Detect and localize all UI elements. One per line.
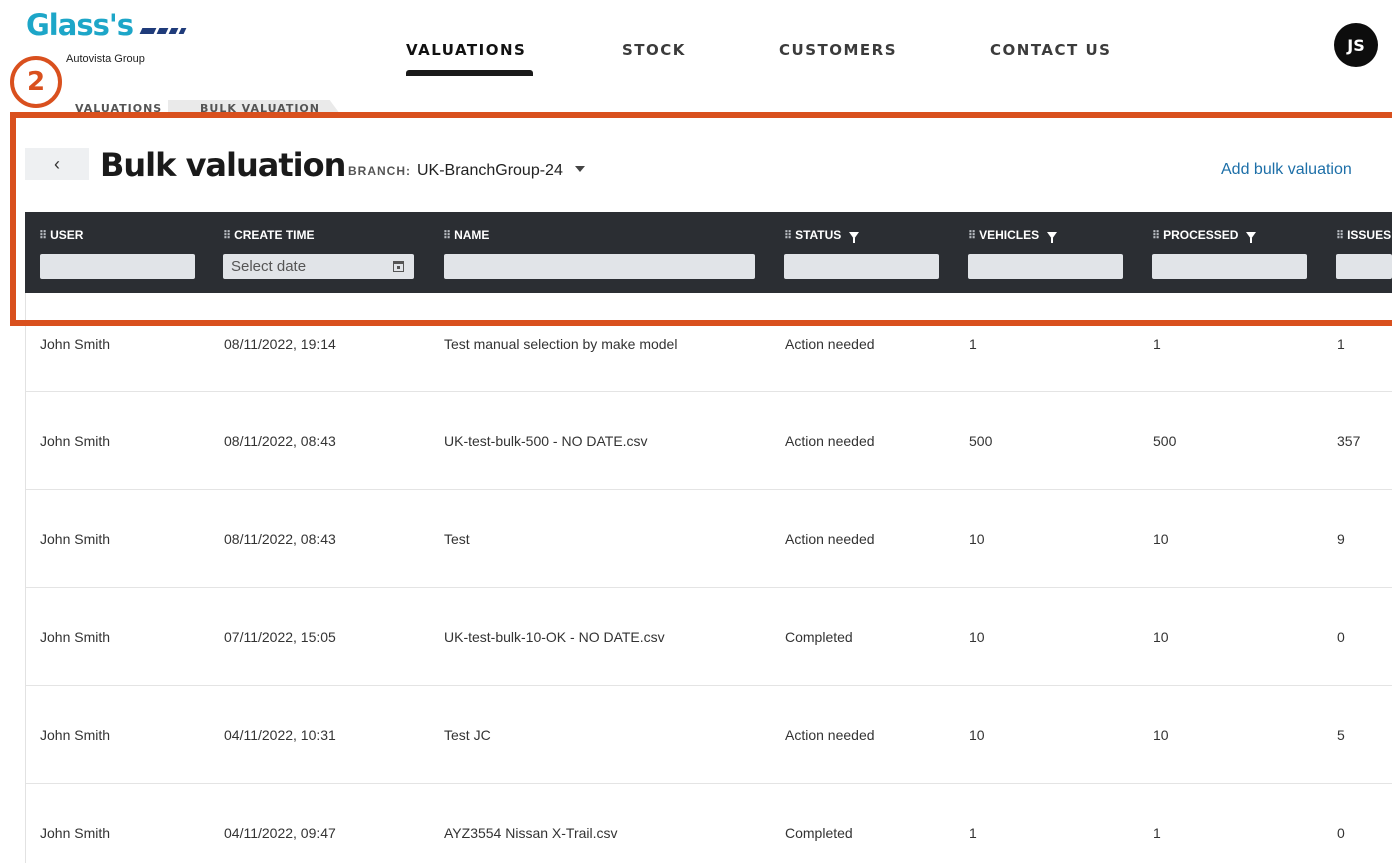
branch-label: BRANCH: — [348, 164, 411, 178]
caret-down-icon — [574, 166, 585, 172]
logo-dots-icon — [139, 28, 187, 34]
cell-status: Action needed — [785, 433, 875, 449]
breadcrumb-item-valuations[interactable]: VALUATIONS — [75, 102, 162, 115]
create-time-filter-input[interactable] — [223, 254, 414, 279]
breadcrumb-item-bulk-valuation: BULK VALUATION — [200, 102, 320, 115]
column-header-create-time[interactable]: ⠿ CREATE TIME — [223, 228, 315, 242]
user-avatar[interactable]: JS — [1334, 23, 1378, 67]
cell-status: Action needed — [785, 336, 875, 352]
user-filter-input[interactable] — [40, 254, 195, 279]
column-header-status[interactable]: ⠿ STATUS — [784, 228, 860, 243]
branch-value: UK-BranchGroup-24 — [417, 162, 563, 179]
name-filter-input[interactable] — [444, 254, 755, 279]
table-row[interactable]: John Smith 07/11/2022, 15:05 UK-test-bul… — [26, 588, 1392, 686]
filter-icon[interactable] — [1246, 231, 1257, 243]
cell-processed: 500 — [1153, 433, 1177, 449]
cell-vehicles: 10 — [969, 531, 985, 547]
nav-item-stock[interactable]: STOCK — [622, 41, 686, 59]
column-header-issues[interactable]: ⠿ ISSUES — [1336, 228, 1392, 242]
glass-logo[interactable]: Glass's Autovista Group — [26, 8, 187, 65]
cell-name: UK-test-bulk-10-OK - NO DATE.csv — [444, 629, 665, 645]
cell-processed: 10 — [1153, 629, 1169, 645]
cell-vehicles: 1 — [969, 336, 977, 352]
issues-filter-input[interactable] — [1336, 254, 1392, 279]
breadcrumb: VALUATIONS BULK VALUATION — [40, 100, 360, 118]
cell-processed: 10 — [1153, 531, 1169, 547]
table-header: ⠿ USER ⠿ CREATE TIME ⠿ NAME ⠿ STATUS ⠿ VEHICL… — [25, 212, 1392, 293]
cell-vehicles: 1 — [969, 825, 977, 841]
back-button[interactable]: ‹ — [25, 148, 89, 180]
cell-create-time: 08/11/2022, 19:14 — [224, 336, 336, 352]
cell-user: John Smith — [40, 727, 111, 743]
cell-user: John Smith — [40, 629, 111, 645]
nav-item-contact-us[interactable]: CONTACT US — [990, 41, 1111, 59]
status-filter-input[interactable] — [784, 254, 939, 279]
cell-user: John Smith — [40, 531, 111, 547]
cell-issues: 0 — [1337, 825, 1345, 841]
logo-tagline: Autovista Group — [66, 53, 145, 65]
processed-filter-input[interactable] — [1152, 254, 1307, 279]
cell-issues: 357 — [1337, 433, 1361, 449]
nav-item-customers[interactable]: CUSTOMERS — [779, 41, 897, 59]
table-body: John Smith 08/11/2022, 19:14 Test manual… — [25, 293, 1392, 863]
cell-user: John Smith — [40, 433, 111, 449]
cell-status: Completed — [785, 825, 853, 841]
calendar-icon[interactable] — [393, 261, 404, 272]
cell-user: John Smith — [40, 825, 111, 841]
table-row[interactable]: John Smith 08/11/2022, 19:14 Test manual… — [26, 293, 1392, 392]
filter-icon[interactable] — [1047, 231, 1058, 243]
cell-issues: 0 — [1337, 629, 1345, 645]
cell-issues: 1 — [1337, 336, 1345, 352]
cell-user: John Smith — [40, 336, 111, 352]
column-header-name[interactable]: ⠿ NAME — [443, 228, 489, 242]
table-row[interactable]: John Smith 04/11/2022, 10:31 Test JC Act… — [26, 686, 1392, 784]
cell-status: Action needed — [785, 727, 875, 743]
add-bulk-valuation-link[interactable]: Add bulk valuation — [1221, 161, 1352, 179]
cell-create-time: 04/11/2022, 09:47 — [224, 825, 336, 841]
table-row[interactable]: John Smith 08/11/2022, 08:43 UK-test-bul… — [26, 392, 1392, 490]
chevron-left-icon: ‹ — [54, 153, 60, 174]
step-number-badge: 2 — [10, 56, 62, 108]
column-header-user[interactable]: ⠿ USER — [39, 228, 83, 242]
create-time-filter[interactable] — [223, 254, 414, 279]
cell-status: Action needed — [785, 531, 875, 547]
cell-processed: 1 — [1153, 336, 1161, 352]
cell-name: UK-test-bulk-500 - NO DATE.csv — [444, 433, 648, 449]
cell-issues: 5 — [1337, 727, 1345, 743]
cell-vehicles: 500 — [969, 433, 993, 449]
drag-handle-icon[interactable]: ⠿ — [39, 229, 47, 242]
cell-create-time: 08/11/2022, 08:43 — [224, 531, 336, 547]
cell-create-time: 07/11/2022, 15:05 — [224, 629, 336, 645]
nav-item-valuations[interactable]: VALUATIONS — [406, 41, 526, 59]
cell-create-time: 04/11/2022, 10:31 — [224, 727, 336, 743]
cell-name: Test JC — [444, 727, 491, 743]
logo-wordmark: Glass's — [26, 8, 134, 42]
column-header-processed[interactable]: ⠿ PROCESSED — [1152, 228, 1257, 243]
cell-processed: 1 — [1153, 825, 1161, 841]
cell-create-time: 08/11/2022, 08:43 — [224, 433, 336, 449]
drag-handle-icon[interactable]: ⠿ — [968, 229, 976, 242]
table-row[interactable]: John Smith 04/11/2022, 09:47 AYZ3554 Nis… — [26, 784, 1392, 863]
drag-handle-icon[interactable]: ⠿ — [784, 229, 792, 242]
nav-active-indicator — [406, 70, 533, 76]
cell-vehicles: 10 — [969, 629, 985, 645]
cell-processed: 10 — [1153, 727, 1169, 743]
column-header-vehicles[interactable]: ⠿ VEHICLES — [968, 228, 1058, 243]
filter-icon[interactable] — [849, 231, 860, 243]
page-title: Bulk valuation — [100, 146, 346, 184]
drag-handle-icon[interactable]: ⠿ — [1152, 229, 1160, 242]
cell-status: Completed — [785, 629, 853, 645]
cell-vehicles: 10 — [969, 727, 985, 743]
drag-handle-icon[interactable]: ⠿ — [1336, 229, 1344, 242]
cell-name: Test — [444, 531, 470, 547]
cell-name: Test manual selection by make model — [444, 336, 678, 352]
vehicles-filter-input[interactable] — [968, 254, 1123, 279]
branch-selector[interactable]: BRANCH: UK-BranchGroup-24 — [348, 162, 585, 180]
cell-name: AYZ3554 Nissan X-Trail.csv — [444, 825, 618, 841]
drag-handle-icon[interactable]: ⠿ — [443, 229, 451, 242]
drag-handle-icon[interactable]: ⠿ — [223, 229, 231, 242]
cell-issues: 9 — [1337, 531, 1345, 547]
table-row[interactable]: John Smith 08/11/2022, 08:43 Test Action… — [26, 490, 1392, 588]
